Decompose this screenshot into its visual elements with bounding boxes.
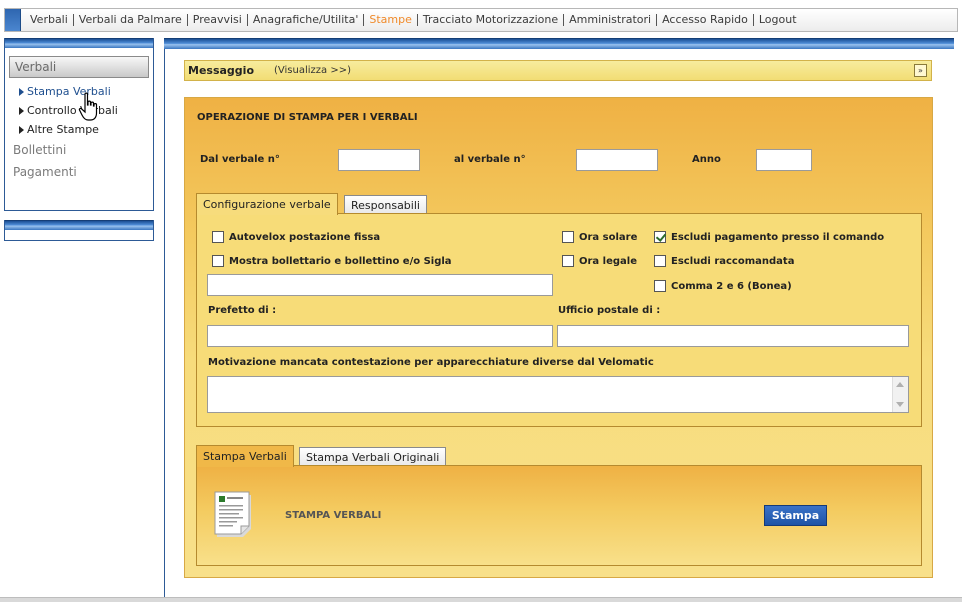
sidebar-header-stripe	[5, 38, 153, 48]
prefetto-input[interactable]	[207, 325, 553, 347]
panel-title: OPERAZIONE DI STAMPA PER I VERBALI	[197, 112, 418, 123]
triangle-right-icon	[19, 88, 24, 96]
triangle-right-icon	[19, 126, 24, 134]
sidebar-section-pagamenti[interactable]: Pagamenti	[5, 161, 153, 183]
anno-label: Anno	[692, 154, 721, 165]
checkbox-label: Ora solare	[579, 231, 638, 243]
ora-legale-checkbox[interactable]: Ora legale	[562, 255, 637, 267]
dal-verbale-label: Dal verbale n°	[200, 154, 280, 165]
stampa-verbali-label: STAMPA VERBALI	[285, 510, 382, 521]
main-divider	[164, 49, 165, 602]
triangle-right-icon	[19, 107, 24, 115]
expand-icon[interactable]: »	[914, 64, 927, 77]
sidebar-section-bollettini[interactable]: Bollettini	[5, 139, 153, 161]
checkbox-box	[654, 255, 666, 267]
sidebar-secondary-stripe	[5, 220, 153, 230]
anno-input[interactable]	[756, 149, 812, 171]
sidebar-item-label: Altre Stampe	[27, 123, 99, 136]
sidebar-header-verbali[interactable]: Verbali	[9, 56, 149, 78]
message-bar: Messaggio (Visualizza >>) »	[184, 60, 932, 81]
checkbox-label: Escludi pagamento presso il comando	[671, 231, 885, 243]
nav-item-amministratori[interactable]: Amministratori	[564, 14, 658, 26]
checkbox-label: Autovelox postazione fissa	[229, 231, 381, 243]
top-navigation: Verbali Verbali da Palmare Preavvisi Ana…	[4, 8, 958, 32]
checkbox-label: Ora legale	[579, 255, 637, 267]
nav-item-verbali[interactable]: Verbali	[25, 14, 74, 26]
nav-logo-icon	[5, 9, 21, 31]
sidebar-item-label: Controllo Verbali	[27, 104, 118, 117]
scroll-down-icon[interactable]	[896, 402, 904, 407]
message-show-link[interactable]: (Visualizza >>)	[274, 65, 351, 76]
checkbox-box	[562, 231, 574, 243]
nav-item-accesso-rapido[interactable]: Accesso Rapido	[657, 14, 754, 26]
checkbox-box	[212, 231, 224, 243]
textarea-scrollbar[interactable]	[892, 377, 908, 412]
stampa-button[interactable]: Stampa	[764, 505, 827, 526]
autovelox-checkbox[interactable]: Autovelox postazione fissa	[212, 231, 380, 243]
mostra-bollettario-checkbox[interactable]: Mostra bollettario e bollettino e/o Sigl…	[212, 255, 452, 267]
nav-item-anagrafiche[interactable]: Anagrafiche/Utilita'	[248, 14, 365, 26]
scroll-up-icon[interactable]	[896, 382, 904, 387]
nav-item-logout[interactable]: Logout	[754, 14, 802, 26]
nav-item-stampe[interactable]: Stampe	[364, 14, 418, 26]
ora-solare-checkbox[interactable]: Ora solare	[562, 231, 637, 243]
checkbox-label: Mostra bollettario e bollettino e/o Sigl…	[229, 255, 452, 267]
ufficio-postale-input[interactable]	[557, 325, 909, 347]
al-verbale-label: al verbale n°	[454, 154, 526, 165]
motivazione-textarea[interactable]	[207, 376, 909, 413]
nav-item-tracciato-motorizzazione[interactable]: Tracciato Motorizzazione	[418, 14, 565, 26]
sigla-input[interactable]	[207, 274, 553, 296]
comma-bonea-checkbox[interactable]: Comma 2 e 6 (Bonea)	[654, 280, 792, 292]
ufficio-postale-label: Ufficio postale di :	[558, 305, 661, 316]
checkbox-box	[654, 280, 666, 292]
nav-item-verbali-da-palmare[interactable]: Verbali da Palmare	[74, 14, 188, 26]
checkbox-box	[562, 255, 574, 267]
document-icon	[214, 491, 251, 537]
bottom-border	[0, 597, 962, 602]
message-title: Messaggio	[188, 64, 254, 77]
tab-responsabili[interactable]: Responsabili	[344, 195, 427, 214]
sidebar-secondary-block	[4, 220, 154, 241]
checkbox-checked-box	[654, 231, 666, 243]
dal-verbale-input[interactable]	[338, 149, 420, 171]
escludi-raccomandata-checkbox[interactable]: Escludi raccomandata	[654, 255, 794, 267]
escludi-pagamento-checkbox[interactable]: Escludi pagamento presso il comando	[654, 231, 884, 243]
tab-stampa-verbali[interactable]: Stampa Verbali	[196, 445, 294, 467]
al-verbale-input[interactable]	[576, 149, 658, 171]
nav-item-preavvisi[interactable]: Preavvisi	[188, 14, 248, 26]
motivazione-label: Motivazione mancata contestazione per ap…	[208, 357, 654, 368]
checkbox-label: Escludi raccomandata	[671, 255, 795, 267]
prefetto-label: Prefetto di :	[208, 305, 277, 316]
tab-configurazione-verbale[interactable]: Configurazione verbale	[196, 193, 338, 215]
checkbox-label: Comma 2 e 6 (Bonea)	[671, 280, 792, 292]
main-header-stripe	[164, 38, 954, 49]
sidebar-menu: Verbali Stampa Verbali Controllo Verbali…	[4, 38, 154, 211]
checkbox-box	[212, 255, 224, 267]
tab-stampa-verbali-originali[interactable]: Stampa Verbali Originali	[299, 447, 447, 466]
hand-cursor-icon	[78, 92, 98, 121]
